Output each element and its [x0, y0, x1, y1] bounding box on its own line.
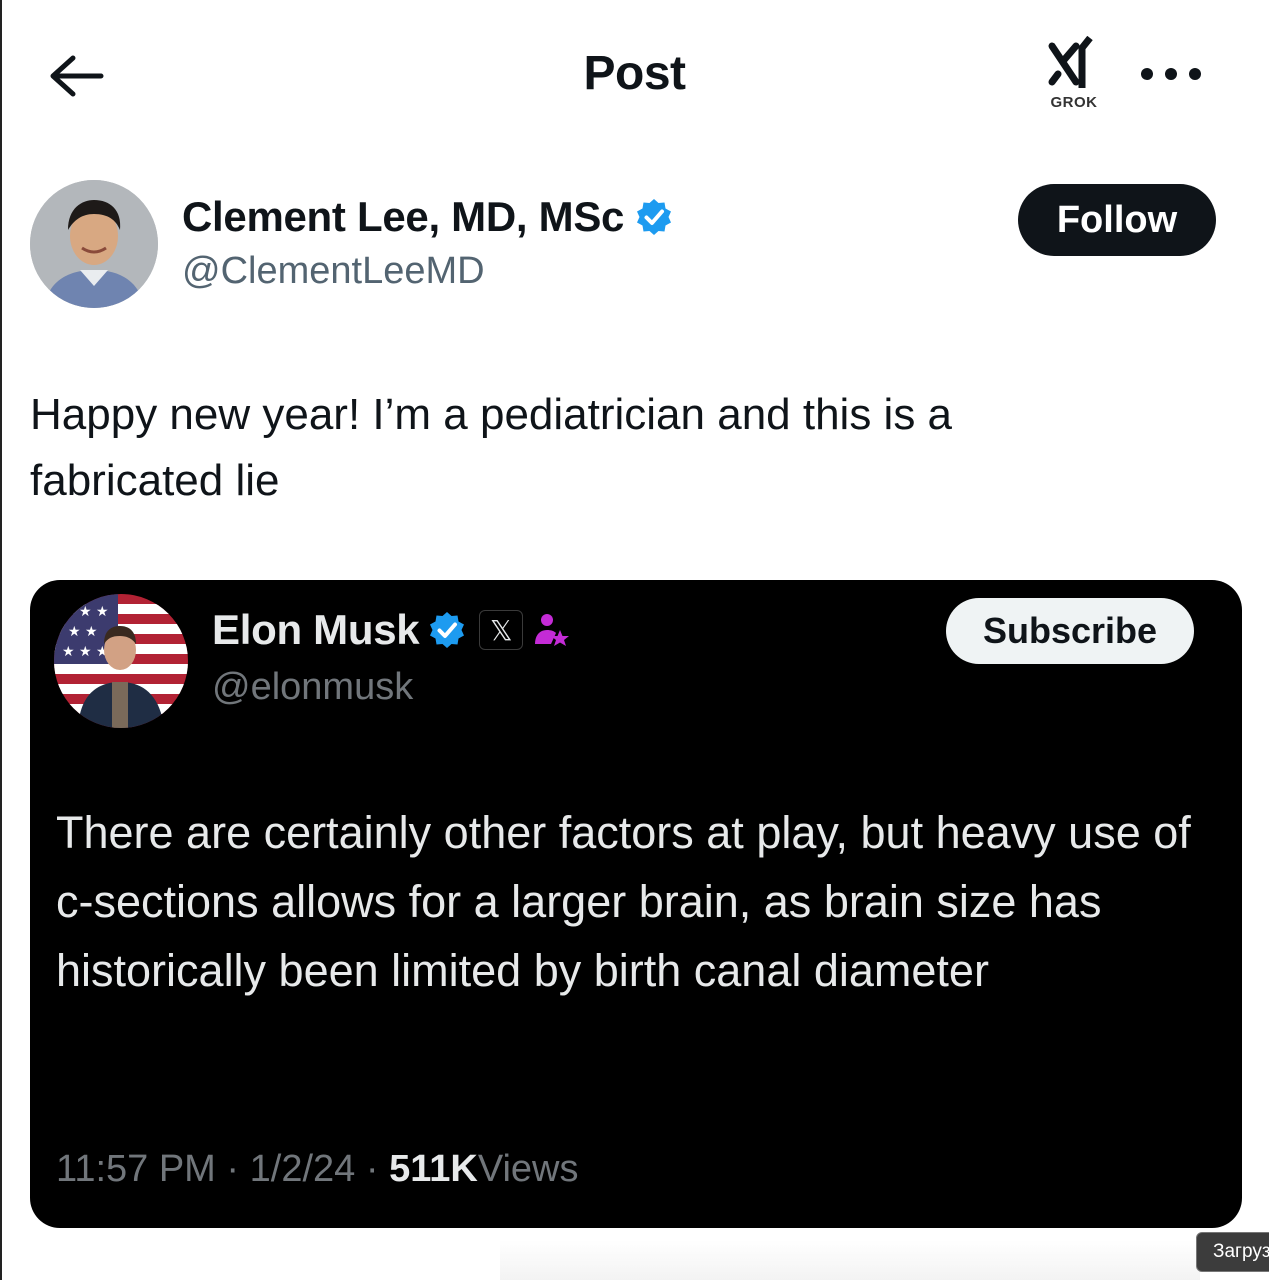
- quoted-author-avatar: ★ ★ ★ ★ ★ ★ ★ ★: [54, 594, 188, 728]
- post-text: Happy new year! I’m a pediatrician and t…: [30, 390, 953, 505]
- author-avatar[interactable]: [30, 180, 158, 308]
- follow-button[interactable]: Follow: [1018, 184, 1216, 256]
- quoted-post-text: There are certainly other factors at pla…: [56, 807, 1191, 996]
- subscribe-button: Subscribe: [946, 598, 1194, 664]
- quoted-author-name-row: Elon Musk 𝕏: [212, 606, 571, 654]
- quoted-author-name: Elon Musk: [212, 606, 420, 653]
- verified-badge-icon[interactable]: [634, 197, 674, 237]
- meta-separator: ·: [355, 1148, 390, 1190]
- post-time: 11:57 PM: [56, 1148, 216, 1190]
- affiliate-person-icon: [535, 614, 570, 646]
- grok-logo-icon: [1048, 36, 1093, 88]
- quoted-author-handle: @elonmusk: [212, 666, 414, 708]
- views-count: 511K: [389, 1148, 478, 1190]
- x-affiliate-badge: 𝕏: [479, 610, 524, 650]
- author-name-row: Clement Lee, MD, MSc: [182, 193, 674, 241]
- views-label: Views: [477, 1148, 579, 1190]
- more-dots-icon: [1141, 68, 1201, 80]
- avatar-flag-portrait-icon: ★ ★ ★ ★ ★ ★ ★ ★: [54, 594, 188, 728]
- quoted-post-meta: 11:57 PM · 1/2/24 · 511K Views: [56, 1148, 579, 1191]
- window-edge: [0, 0, 2, 1280]
- download-tooltip: Загруз: [1196, 1232, 1269, 1272]
- meta-separator: ·: [215, 1148, 250, 1190]
- author-name[interactable]: Clement Lee, MD, MSc: [182, 193, 624, 241]
- top-bar: Post GROK: [0, 0, 1269, 150]
- author-handle[interactable]: @ClementLeeMD: [182, 250, 485, 293]
- grok-label: GROK: [1050, 94, 1098, 111]
- verified-badge-icon: [430, 612, 465, 648]
- svg-text:★ ★ ★: ★ ★ ★: [62, 604, 109, 620]
- grok-button[interactable]: GROK: [1040, 36, 1108, 120]
- post-date: 1/2/24: [249, 1148, 356, 1190]
- embedded-post-image[interactable]: ★ ★ ★ ★ ★ ★ ★ ★ Elon Musk 𝕏 @elonmusk Su…: [30, 580, 1242, 1228]
- avatar-portrait-icon: [30, 180, 158, 308]
- svg-text:★ ★ ★: ★ ★ ★: [62, 644, 109, 660]
- bottom-fade: [500, 1240, 1200, 1280]
- more-options-button[interactable]: [1136, 56, 1206, 92]
- svg-text:★ ★: ★ ★: [68, 624, 98, 640]
